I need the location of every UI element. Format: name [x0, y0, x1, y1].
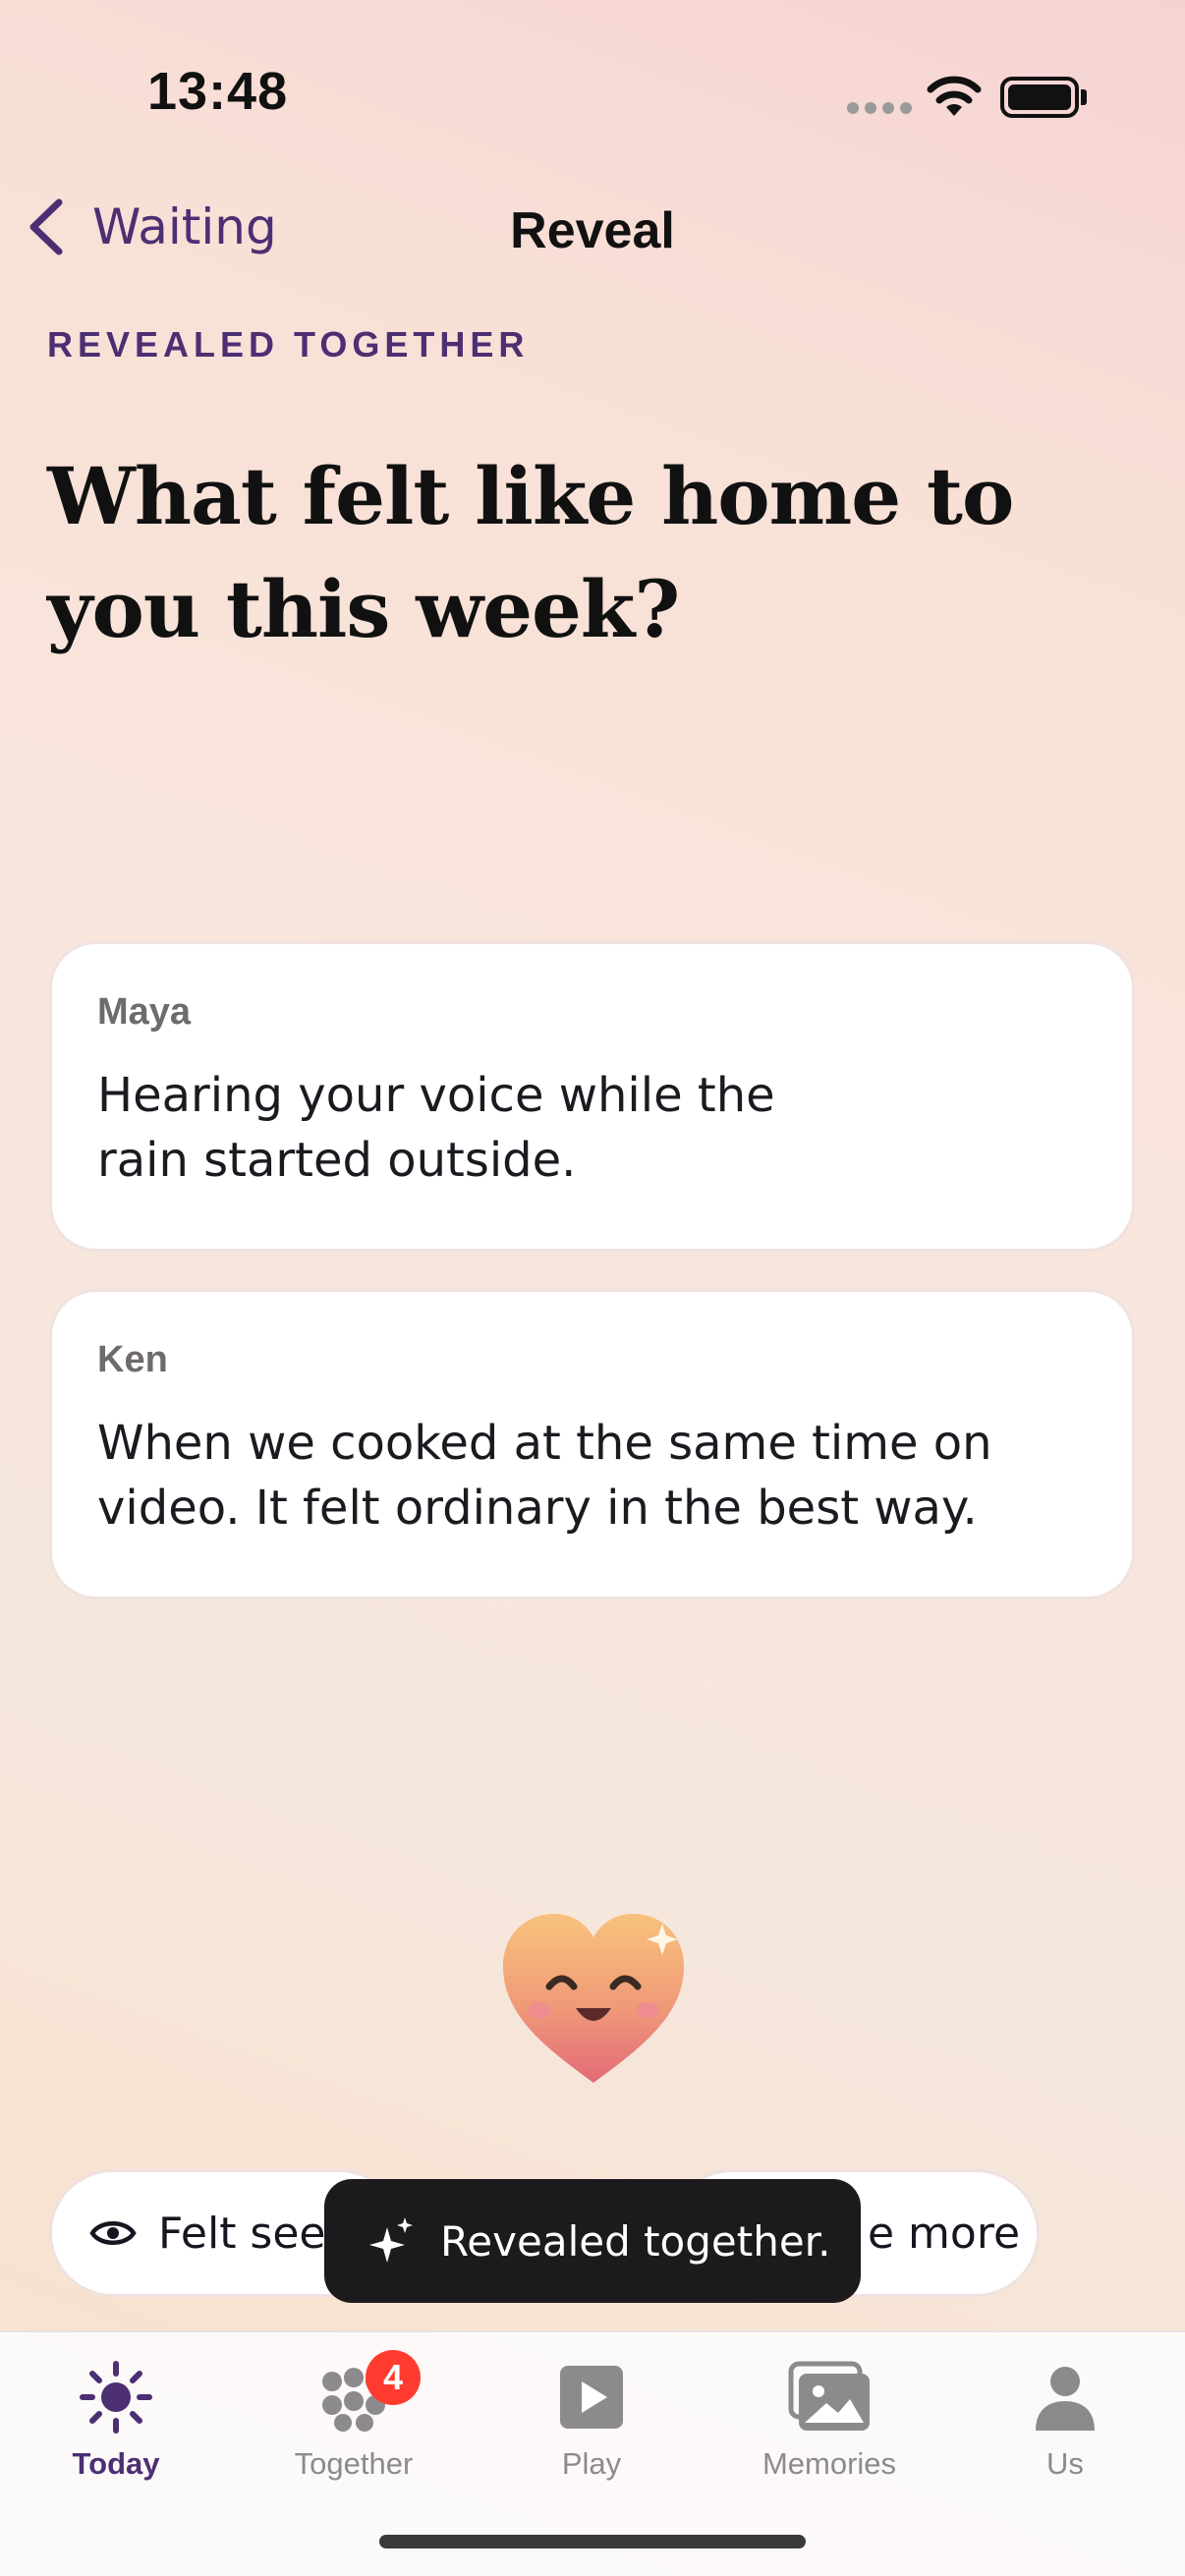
- wifi-icon: [927, 76, 982, 116]
- sparkles-icon: [369, 2217, 413, 2263]
- answer-author: Ken: [97, 1339, 168, 1380]
- tab-us[interactable]: Us: [967, 2360, 1163, 2482]
- photos-icon: [788, 2361, 870, 2431]
- status-time: 13:48: [147, 62, 289, 121]
- play-icon: [560, 2366, 623, 2429]
- eye-icon: [89, 2221, 137, 2245]
- heart-mascot-icon: [503, 1914, 684, 2083]
- sun-icon: [80, 2361, 152, 2434]
- tell-me-more-label: e more: [868, 2208, 1021, 2259]
- answer-text: Hearing your voice while the rain starte…: [97, 1068, 775, 1188]
- answer-author: Maya: [97, 991, 192, 1033]
- battery-cap: [1081, 89, 1087, 105]
- toast-label: Revealed together.: [440, 2216, 831, 2266]
- answer-card-ken: Ken When we cooked at the same time on v…: [49, 1289, 1135, 1599]
- battery-icon: [1000, 77, 1079, 118]
- tab-play[interactable]: Play: [493, 2360, 690, 2482]
- home-indicator[interactable]: [379, 2535, 806, 2548]
- person-icon: [1036, 2367, 1095, 2431]
- notification-badge: 4: [366, 2350, 421, 2405]
- tab-today[interactable]: Today: [18, 2360, 214, 2482]
- tab-label: Today: [72, 2446, 160, 2481]
- question-heading: What felt like home to you this week?: [47, 450, 1014, 655]
- answer-text: When we cooked at the same time on video…: [97, 1416, 992, 1536]
- tab-label: Memories: [762, 2446, 897, 2481]
- answer-card-maya: Maya Hearing your voice while the rain s…: [49, 941, 1135, 1252]
- reveal-toast: Revealed together.: [324, 2179, 861, 2303]
- tab-label: Together: [294, 2446, 414, 2481]
- tab-memories[interactable]: Memories: [731, 2360, 928, 2482]
- tab-label: Us: [1046, 2446, 1084, 2481]
- page-title: Reveal: [510, 202, 675, 259]
- signal-icon: [847, 102, 912, 114]
- eyebrow-label: REVEALED TOGETHER: [47, 324, 530, 364]
- tab-together[interactable]: 4 Together: [255, 2350, 452, 2482]
- tab-label: Play: [561, 2446, 622, 2481]
